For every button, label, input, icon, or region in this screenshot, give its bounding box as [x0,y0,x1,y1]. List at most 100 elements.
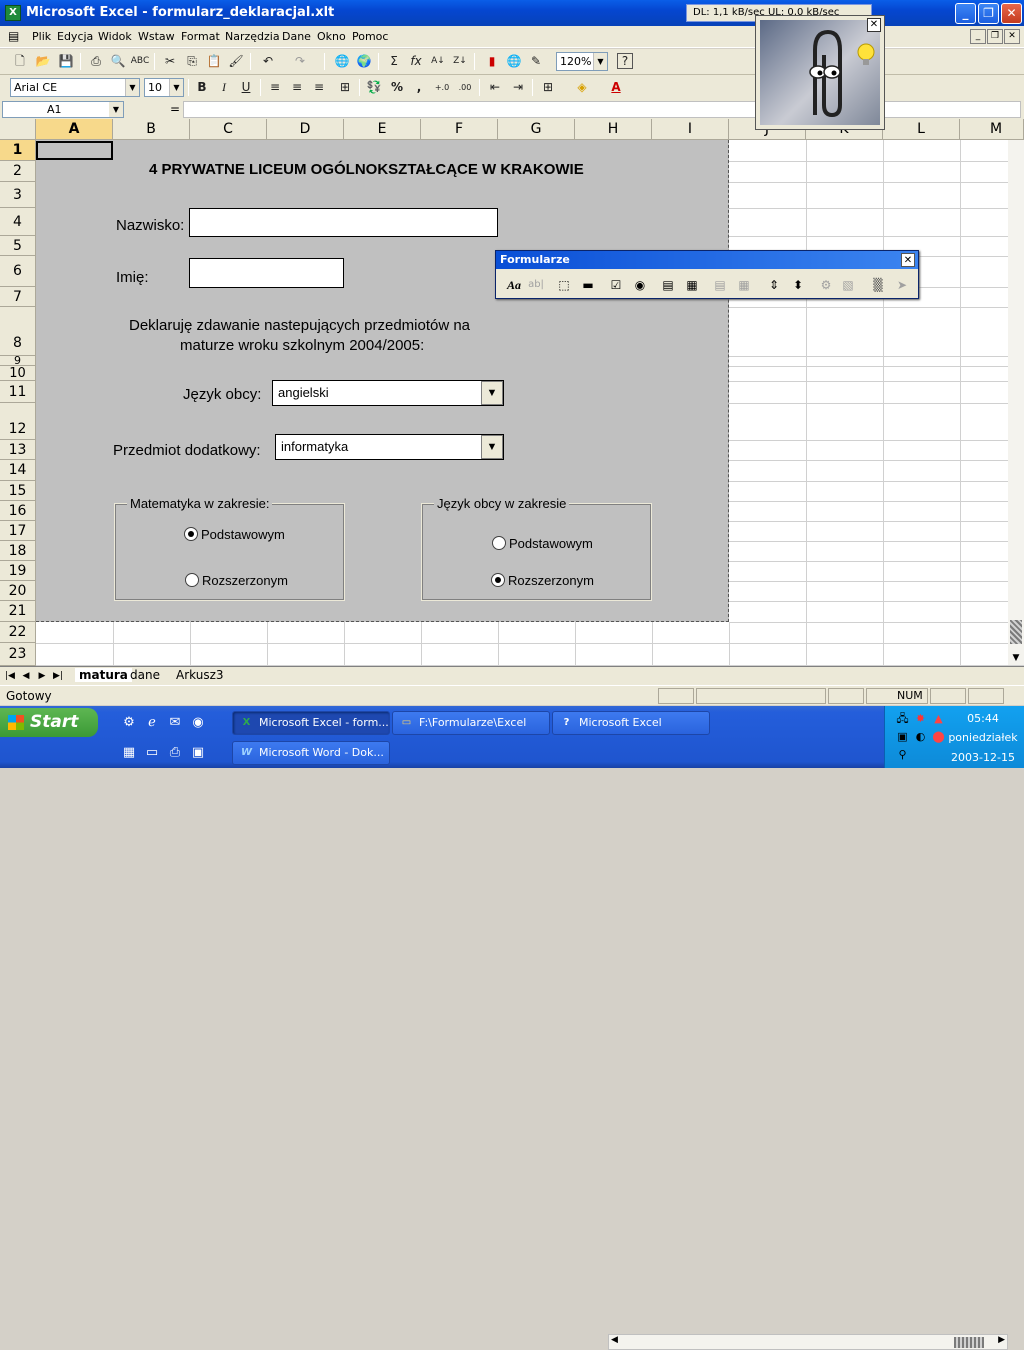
map-icon[interactable]: 🌐 [504,52,524,71]
antivirus-icon[interactable]: ✸ [913,712,928,726]
column-header[interactable]: M [960,119,1024,140]
tab-matura[interactable]: matura [75,668,132,682]
save-icon[interactable]: 💾 [56,52,76,71]
quicklaunch-app-icon[interactable]: ▣ [189,744,207,762]
row-header[interactable]: 22 [0,622,36,643]
column-header[interactable]: B [113,119,190,140]
font-combo[interactable]: Arial CE ▼ [10,78,140,97]
update-icon[interactable]: ▲ [931,712,946,726]
list-box-icon[interactable]: ▤ [658,275,678,295]
language-basic-label[interactable]: Podstawowym [509,536,593,551]
function-icon[interactable]: fx [406,52,426,71]
network-icon[interactable]: 🖧 [895,712,910,726]
doc-minimize-button[interactable]: _ [970,29,986,44]
active-cell-a1[interactable] [36,141,113,160]
decrease-decimal-icon[interactable]: .00 [455,78,475,97]
tab-dane[interactable]: dane [130,668,160,682]
help-icon[interactable]: ? [617,53,633,69]
spelling-icon[interactable]: ABC [130,52,150,71]
sort-descending-icon[interactable]: Z↓ [450,52,470,71]
forms-toolbar-title[interactable]: Formularze [496,251,918,269]
print-preview-icon[interactable]: 🔍 [108,52,128,71]
row-header[interactable]: 10 [0,366,36,381]
doc-close-button[interactable]: ✕ [1004,29,1020,44]
cut-icon[interactable]: ✂ [160,52,180,71]
close-button[interactable]: ✕ [1001,3,1022,24]
print-icon[interactable]: ⎙ [86,52,106,71]
row-header[interactable]: 11 [0,381,36,403]
font-size-combo[interactable]: 10 ▼ [144,78,184,97]
language-extended-radio[interactable] [491,573,505,587]
column-header[interactable]: E [344,119,421,140]
vertical-scrollbar[interactable]: ▼ [1008,140,1024,665]
decrease-indent-icon[interactable]: ⇤ [485,78,505,97]
quicklaunch-media-icon[interactable]: ◉ [189,714,207,732]
math-basic-radio[interactable] [184,527,198,541]
scroll-thumb[interactable] [954,1337,984,1348]
group-box-icon[interactable]: ⬚ [554,275,574,295]
italic-button[interactable]: I [214,78,234,97]
quicklaunch-show-desktop-icon[interactable]: ▦ [120,744,138,762]
toggle-grid-icon[interactable]: ▒ [868,275,888,295]
chevron-down-icon[interactable]: ▼ [125,79,139,96]
row-header[interactable]: 12 [0,403,36,440]
excel-icon[interactable]: X [5,5,21,21]
chevron-down-icon[interactable]: ▼ [481,435,503,459]
row-header[interactable]: 17 [0,521,36,541]
office-assistant[interactable]: ✕ [755,15,885,130]
merge-center-icon[interactable]: ⊞ [335,78,355,97]
clock-day[interactable]: poniedziałek [945,731,1021,744]
formula-equals[interactable]: = [170,102,180,116]
row-header[interactable]: 1 [0,140,36,161]
quicklaunch-folder-icon[interactable]: ▭ [143,744,161,762]
drawing-icon[interactable]: ✎ [526,52,546,71]
minimize-button[interactable]: _ [955,3,976,24]
column-header[interactable]: D [267,119,344,140]
row-header[interactable]: 18 [0,541,36,561]
math-basic-label[interactable]: Podstawowym [201,527,285,542]
scroll-left-icon[interactable]: ◀ [611,1335,618,1345]
row-header[interactable]: 6 [0,256,36,287]
option-button-icon[interactable]: ◉ [630,275,650,295]
chevron-down-icon[interactable]: ▼ [593,53,607,70]
label-control-icon[interactable]: Aa [504,275,524,295]
volume-icon[interactable]: ◐ [913,730,928,744]
menu-format[interactable]: Format [181,30,220,43]
quicklaunch-printer-icon[interactable]: ⎙ [166,744,184,762]
tab-arkusz3[interactable]: Arkusz3 [176,668,224,682]
menu-widok[interactable]: Widok [98,30,132,43]
formula-input[interactable] [183,101,1021,118]
spinner-icon[interactable]: ⬍ [788,275,808,295]
name-field[interactable] [189,258,344,288]
doc-icon[interactable]: ▤ [8,29,19,43]
scroll-right-icon[interactable]: ▶ [998,1335,1005,1345]
button-control-icon[interactable]: ▬ [578,275,598,295]
next-sheet-icon[interactable]: ▶ [36,669,48,683]
percent-icon[interactable]: % [387,78,407,97]
math-extended-label[interactable]: Rozszerzonym [202,573,288,588]
column-header[interactable]: F [421,119,498,140]
menu-narzedzia[interactable]: Narzędzia [225,30,280,43]
redo-icon[interactable]: ↷ [290,52,310,71]
extra-subject-dropdown[interactable]: informatyka ▼ [275,434,504,460]
column-header[interactable]: H [575,119,652,140]
first-sheet-icon[interactable]: |◀ [4,669,16,683]
comma-style-icon[interactable]: , [409,78,429,97]
prev-sheet-icon[interactable]: ◀ [20,669,32,683]
chevron-down-icon[interactable]: ▼ [169,79,183,96]
row-header[interactable]: 15 [0,481,36,501]
row-header[interactable]: 5 [0,236,36,256]
zoom-combo[interactable]: 120% ▼ [556,52,608,71]
align-right-icon[interactable]: ≡ [309,78,329,97]
row-header[interactable]: 2 [0,161,36,182]
align-left-icon[interactable]: ≡ [265,78,285,97]
align-center-icon[interactable]: ≡ [287,78,307,97]
column-header[interactable]: C [190,119,267,140]
task-folder[interactable]: ▭ F:\Formularze\Excel [392,711,550,735]
column-header[interactable]: A [36,119,113,140]
menu-okno[interactable]: Okno [317,30,346,43]
language-basic-radio[interactable] [492,536,506,550]
currency-icon[interactable]: 💱 [364,78,384,97]
menu-dane[interactable]: Dane [282,30,311,43]
scroll-down-icon[interactable]: ▼ [1008,651,1024,665]
